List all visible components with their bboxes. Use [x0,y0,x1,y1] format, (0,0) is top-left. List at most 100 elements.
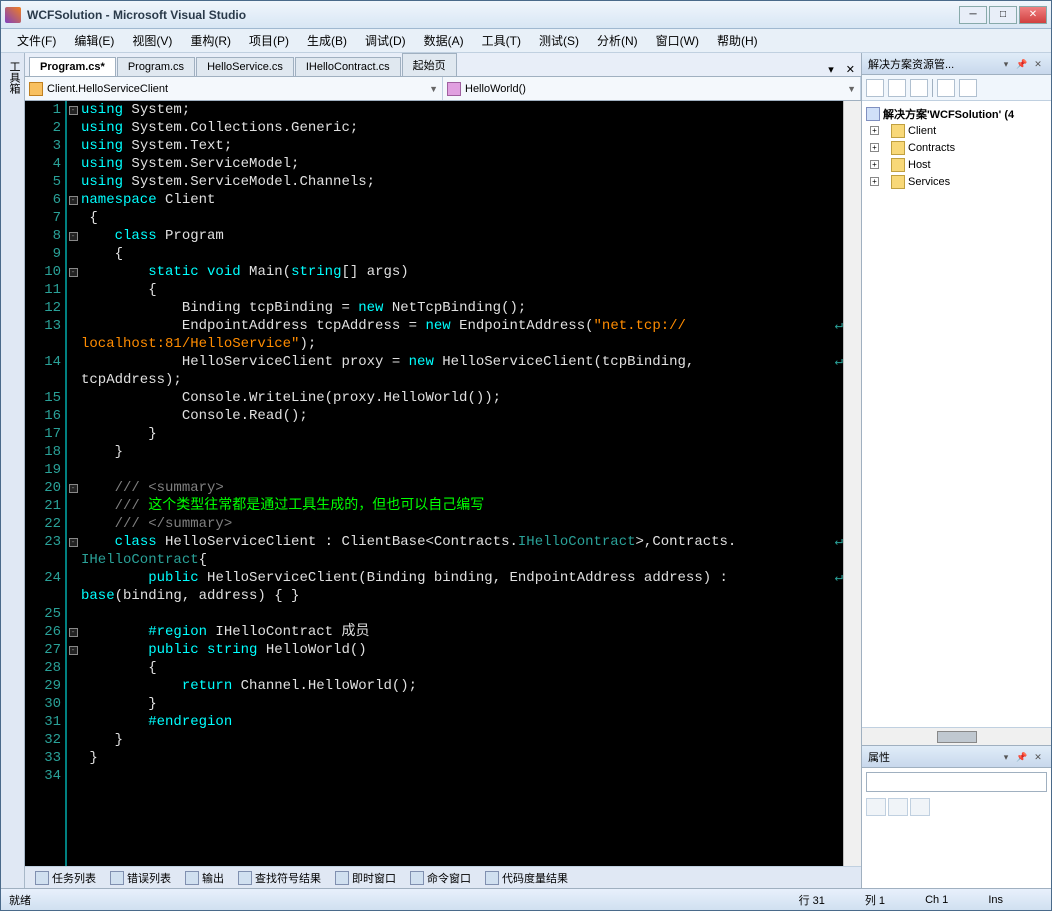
left-sidebar: 工具箱服务器资源管理器 [1,53,25,888]
solution-label: 解决方案'WCFSolution' (4 [883,106,1014,122]
maximize-button[interactable]: □ [989,6,1017,24]
panel-dropdown-icon[interactable]: ▾ [999,57,1013,71]
status-col: 列 1 [865,892,885,908]
document-tab[interactable]: 起始页 [402,53,457,76]
view-designer-icon[interactable] [959,79,977,97]
panel-dropdown-icon[interactable]: ▾ [999,750,1013,764]
menu-item[interactable]: 生成(B) [299,30,355,51]
tab-icon [485,871,499,885]
app-icon [5,7,21,23]
dropdown-icon: ▼ [847,84,856,94]
tab-dropdown-icon[interactable]: ▾ [822,63,840,76]
project-node[interactable]: Services [866,173,1047,190]
output-tab[interactable]: 命令窗口 [404,868,477,888]
property-pages-icon[interactable] [910,798,930,816]
statusbar: 就绪 行 31 列 1 Ch 1 Ins [1,888,1051,910]
titlebar: WCFSolution - Microsoft Visual Studio ─ … [1,1,1051,29]
menu-item[interactable]: 窗口(W) [648,30,707,51]
menu-item[interactable]: 测试(S) [531,30,587,51]
properties-icon[interactable] [866,79,884,97]
tab-icon [238,871,252,885]
project-icon [891,158,905,172]
class-selector[interactable]: Client.HelloServiceClient ▼ [25,77,443,100]
expand-icon[interactable] [870,160,879,169]
menu-item[interactable]: 分析(N) [589,30,646,51]
code-editor[interactable]: 1234567891011121314151617181920212223242… [25,101,861,866]
properties-body [862,768,1051,888]
expand-icon[interactable] [870,177,879,186]
output-tab[interactable]: 即时窗口 [329,868,402,888]
expand-icon[interactable] [870,143,879,152]
tab-icon [35,871,49,885]
document-tab[interactable]: HelloService.cs [196,57,294,76]
menu-item[interactable]: 重构(R) [182,30,239,51]
main-window: WCFSolution - Microsoft Visual Studio ─ … [0,0,1052,911]
solution-tree[interactable]: 解决方案'WCFSolution' (4 ClientContracts Host… [862,101,1051,727]
project-node[interactable]: Client [866,122,1047,139]
output-tab[interactable]: 输出 [179,868,230,888]
status-ch: Ch 1 [925,894,948,906]
project-icon [891,124,905,138]
menu-item[interactable]: 帮助(H) [709,30,766,51]
pin-icon[interactable]: 📌 [1015,750,1029,764]
tab-close-icon[interactable]: ✕ [840,63,861,76]
output-tab[interactable]: 代码度量结果 [479,868,574,888]
output-tabs: 任务列表错误列表输出查找符号结果即时窗口命令窗口代码度量结果 [25,866,861,888]
member-selector[interactable]: HelloWorld() ▼ [443,77,861,100]
document-tab[interactable]: Program.cs [117,57,195,76]
menu-item[interactable]: 项目(P) [241,30,297,51]
solution-toolbar [862,75,1051,101]
close-button[interactable]: ✕ [1019,6,1047,24]
menu-item[interactable]: 编辑(E) [66,30,122,51]
project-label: Services [908,176,950,188]
menu-item[interactable]: 调试(D) [357,30,414,51]
output-tab[interactable]: 错误列表 [104,868,177,888]
project-node[interactable]: Host [866,156,1047,173]
nav-bar: Client.HelloServiceClient ▼ HelloWorld()… [25,77,861,101]
right-panel: 解决方案资源管... ▾ 📌 ✕ 解决方案'WCFSolution' (4 Cl… [861,53,1051,888]
panel-title: 解决方案资源管... [868,56,997,72]
document-tab[interactable]: Program.cs* [29,57,116,76]
panel-title: 属性 [868,749,997,765]
menu-item[interactable]: 数据(A) [416,30,472,51]
status-ready: 就绪 [9,892,31,908]
expand-icon[interactable] [870,126,879,135]
pin-icon[interactable]: 📌 [1015,57,1029,71]
solution-node[interactable]: 解决方案'WCFSolution' (4 [866,105,1047,122]
panel-close-icon[interactable]: ✕ [1031,57,1045,71]
member-selector-text: HelloWorld() [465,83,526,95]
view-code-icon[interactable] [937,79,955,97]
project-node[interactable]: Contracts [866,139,1047,156]
show-all-icon[interactable] [888,79,906,97]
project-icon [891,141,905,155]
window-title: WCFSolution - Microsoft Visual Studio [27,8,959,22]
tab-icon [185,871,199,885]
menu-item[interactable]: 文件(F) [9,30,64,51]
vertical-scrollbar[interactable] [843,101,861,866]
horizontal-scrollbar[interactable] [862,727,1051,745]
output-tab[interactable]: 查找符号结果 [232,868,327,888]
line-numbers: 1234567891011121314151617181920212223242… [25,101,67,866]
side-tab[interactable]: 工具箱 [6,57,22,884]
output-tab[interactable]: 任务列表 [29,868,102,888]
alphabetical-icon[interactable] [888,798,908,816]
panel-close-icon[interactable]: ✕ [1031,750,1045,764]
menubar: 文件(F)编辑(E)视图(V)重构(R)项目(P)生成(B)调试(D)数据(A)… [1,29,1051,53]
tab-icon [110,871,124,885]
menu-item[interactable]: 工具(T) [474,30,529,51]
tab-icon [335,871,349,885]
code-content[interactable]: using System;using System.Collections.Ge… [79,101,843,866]
method-icon [447,82,461,96]
categorized-icon[interactable] [866,798,886,816]
menu-item[interactable]: 视图(V) [124,30,180,51]
document-tab[interactable]: IHelloContract.cs [295,57,401,76]
fold-margin[interactable]: -------- [67,101,79,866]
object-selector[interactable] [866,772,1047,792]
solution-explorer-header: 解决方案资源管... ▾ 📌 ✕ [862,53,1051,75]
solution-icon [866,107,880,121]
project-label: Host [908,159,931,171]
status-ins: Ins [988,894,1003,906]
refresh-icon[interactable] [910,79,928,97]
minimize-button[interactable]: ─ [959,6,987,24]
project-icon [891,175,905,189]
